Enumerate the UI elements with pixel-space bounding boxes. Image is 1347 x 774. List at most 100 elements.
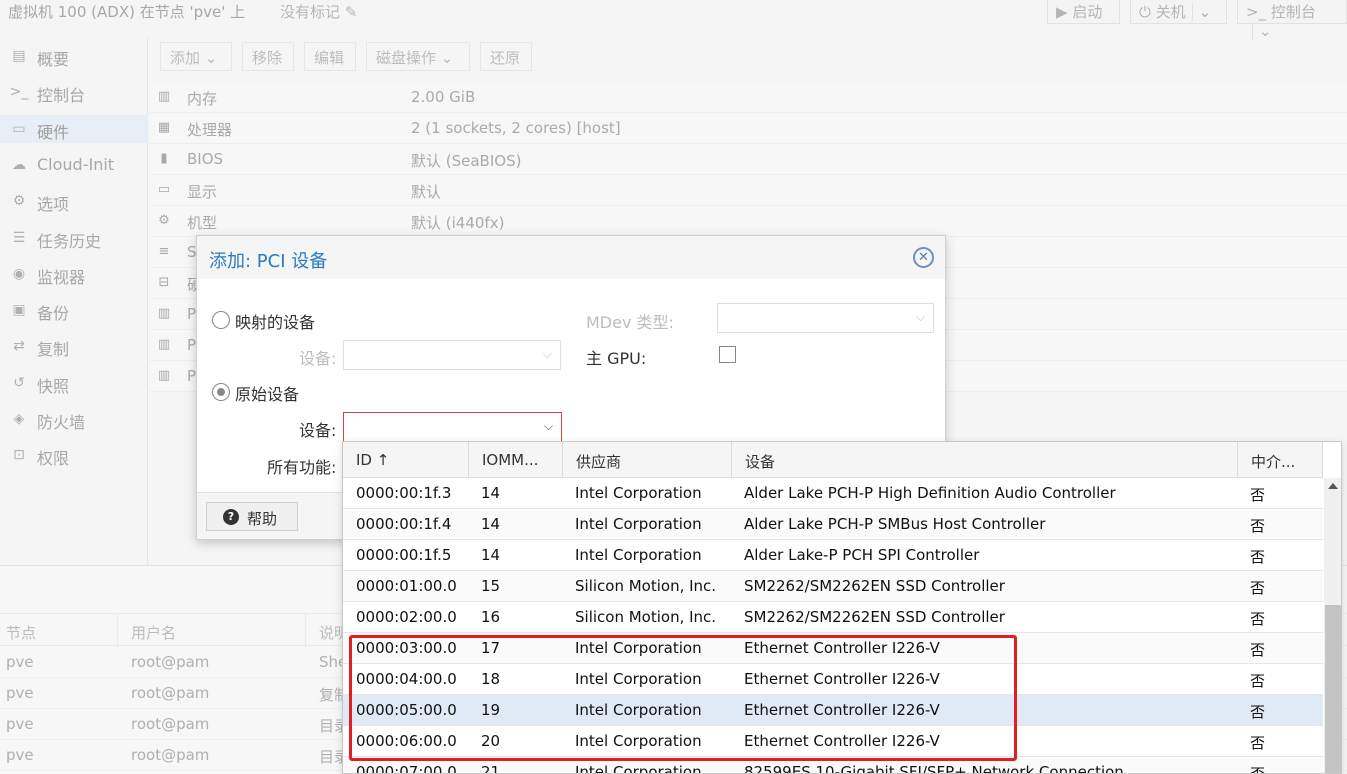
sidebar-item[interactable]: ▭ 硬件 [0, 114, 148, 143]
pci-id: 0000:00:1f.5 [356, 546, 452, 564]
chevron-down-icon[interactable]: ⌄ [1191, 3, 1211, 21]
pci-icon: ▥ [157, 368, 171, 383]
all-functions-label: 所有功能: [267, 458, 337, 477]
revert-button[interactable]: 还原 [480, 42, 532, 71]
sidebar-item-label: 快照 [37, 376, 70, 396]
pci-vendor: Intel Corporation [575, 546, 702, 564]
chevron-down-icon: ⌵ [543, 419, 553, 433]
hardware-row[interactable]: ▭ 显示 默认 [150, 175, 1347, 206]
pci-iommu-group: 14 [481, 484, 501, 502]
sidebar-item[interactable]: ☁ Cloud-Init [0, 151, 148, 179]
mapped-device-label: 映射的设备 [235, 313, 316, 332]
sidebar-item[interactable]: ⊡ 权限 [0, 441, 148, 469]
sidebar-item[interactable]: ↺ 快照 [0, 369, 148, 397]
hardware-row[interactable]: ▮ BIOS 默认 (SeaBIOS) [150, 144, 1347, 175]
pci-id: 0000:00:1f.3 [356, 484, 452, 502]
hardware-value: 2 (1 sockets, 2 cores) [host] [411, 119, 621, 137]
task-user: root@pam [131, 653, 210, 671]
hardware-row[interactable]: ▦ 处理器 2 (1 sockets, 2 cores) [host] [150, 113, 1347, 144]
column-header-user[interactable]: 用户名 [131, 622, 176, 643]
hardware-key: 机型 [187, 214, 218, 232]
column-header-vendor[interactable]: 供应商 [563, 442, 732, 478]
pci-device-name: Alder Lake PCH-P High Definition Audio C… [744, 484, 1116, 502]
pci-mdev: 否 [1250, 641, 1266, 659]
sidebar-item-label: 硬件 [37, 122, 70, 142]
mdev-type-select[interactable]: ⌵ [717, 303, 934, 333]
mapped-device-radio[interactable] [212, 311, 230, 329]
start-button[interactable]: ▶ 启动 [1047, 0, 1120, 24]
tags-editor[interactable]: 没有标记 ✎ [280, 1, 357, 22]
pci-device-row[interactable]: 0000:01:00.0 15 Silicon Motion, Inc. SM2262… [343, 571, 1323, 602]
close-icon[interactable]: ✕ [913, 247, 934, 268]
column-header-iommu[interactable]: IOMM... [469, 442, 563, 478]
hardware-value: 默认 (SeaBIOS) [411, 152, 522, 170]
pci-device-name: SM2262/SM2262EN SSD Controller [744, 577, 1005, 595]
sidebar-item-label: 防火墙 [37, 413, 86, 432]
hardware-key: P [187, 336, 197, 354]
remove-button[interactable]: 移除 [242, 42, 294, 71]
pci-mdev: 否 [1250, 672, 1266, 690]
sidebar-item[interactable]: ▣ 备份 [0, 296, 148, 324]
sidebar-item[interactable]: ⇄ 复制 [0, 332, 148, 360]
mapped-device-select[interactable]: ⌵ [343, 340, 561, 370]
dialog-header: 添加: PCI 设备 ✕ [197, 236, 945, 279]
add-button[interactable]: 添加 ⌄ [160, 42, 232, 71]
hardware-key: P [187, 367, 197, 385]
pci-id: 0000:07:00.0 [356, 763, 457, 774]
memory-icon: ▥ [157, 89, 171, 104]
sidebar-item-label: 监视器 [37, 267, 86, 287]
revert-label: 还原 [490, 49, 521, 67]
shield-icon: ◈ [13, 411, 25, 427]
sidebar-item[interactable]: ☰ 任务历史 [0, 224, 148, 252]
cogs-icon: ⚙ [158, 213, 170, 228]
chevron-down-icon[interactable]: ⌄ [1252, 22, 1272, 40]
ethernet-controllers-highlight [349, 635, 1017, 761]
cpu-icon: ▦ [157, 120, 171, 135]
pci-device-row[interactable]: 0000:00:1f.3 14 Intel Corporation Alder Lak… [343, 478, 1323, 509]
disk-action-label: 磁盘操作 [376, 49, 437, 67]
pci-icon: ▥ [157, 306, 171, 321]
primary-gpu-checkbox[interactable] [719, 346, 736, 363]
chevron-down-icon: ⌄ [204, 49, 218, 67]
chevron-down-icon: ⌵ [915, 310, 925, 324]
pci-mdev: 否 [1250, 610, 1266, 628]
sidebar-item[interactable]: >_ 控制台 [0, 78, 148, 106]
column-header-node[interactable]: 节点 [6, 622, 36, 643]
pci-iommu-group: 14 [481, 515, 501, 533]
pci-device-row[interactable]: 0000:00:1f.4 14 Intel Corporation Alder Lak… [343, 509, 1323, 540]
picker-scrollbar[interactable] [1324, 478, 1341, 773]
raw-device-select[interactable]: ⌵ [343, 412, 562, 442]
pci-mdev: 否 [1250, 486, 1266, 504]
edit-button[interactable]: 编辑 [304, 42, 356, 71]
sidebar-item-label: 权限 [37, 449, 70, 469]
column-header-device[interactable]: 设备 [732, 442, 1238, 478]
pci-device-row[interactable]: 0000:00:1f.5 14 Intel Corporation Alder Lak… [343, 540, 1323, 571]
raw-device-radio[interactable] [212, 383, 230, 401]
console-button[interactable]: >_ 控制台⌄ [1237, 0, 1347, 40]
sidebar-item[interactable]: ⚙ 选项 [0, 187, 148, 215]
pci-device-row[interactable]: 0000:02:00.0 16 Silicon Motion, Inc. SM2262… [343, 602, 1323, 633]
picker-header: ID ↑ IOMM... 供应商 设备 中介... [343, 442, 1323, 478]
sidebar-item[interactable]: ◉ 监视器 [0, 260, 148, 288]
column-header-id[interactable]: ID ↑ [343, 442, 469, 478]
hardware-key: 内存 [187, 90, 218, 108]
column-divider [117, 614, 118, 647]
chevron-down-icon: ⌄ [440, 49, 454, 67]
sidebar-item-label: 任务历史 [37, 231, 102, 251]
hardware-row[interactable]: ⚙ 机型 默认 (i440fx) [150, 206, 1347, 237]
play-icon: ▶ [1056, 3, 1068, 21]
hardware-row[interactable]: ▥ 内存 2.00 GiB [150, 82, 1347, 113]
dialog-title: 添加: PCI 设备 [209, 251, 328, 272]
disk-action-button[interactable]: 磁盘操作 ⌄ [366, 42, 470, 71]
sidebar-item[interactable]: ▤ 概要 [0, 42, 148, 70]
column-header-mdev[interactable]: 中介... [1238, 442, 1323, 478]
help-button[interactable]: ? 帮助 [206, 502, 298, 531]
scroll-up-icon[interactable] [1328, 483, 1338, 489]
terminal-icon: >_ [1246, 3, 1267, 21]
shutdown-button[interactable]: ⏻ 关机 ⌄ [1130, 0, 1227, 24]
terminal-icon: >_ [9, 84, 29, 101]
vm-sidebar: ▤ 概要 >_ 控制台 ▭ 硬件 ☁ Cloud-Init ⚙ 选项 ☰ 任务历史 ◉ 监视器 ▣ 备份 ⇄ 复制… [0, 38, 148, 565]
sidebar-item[interactable]: ◈ 防火墙 [0, 405, 148, 433]
scrollbar-thumb[interactable] [1325, 605, 1341, 773]
pci-mdev: 否 [1250, 517, 1266, 535]
